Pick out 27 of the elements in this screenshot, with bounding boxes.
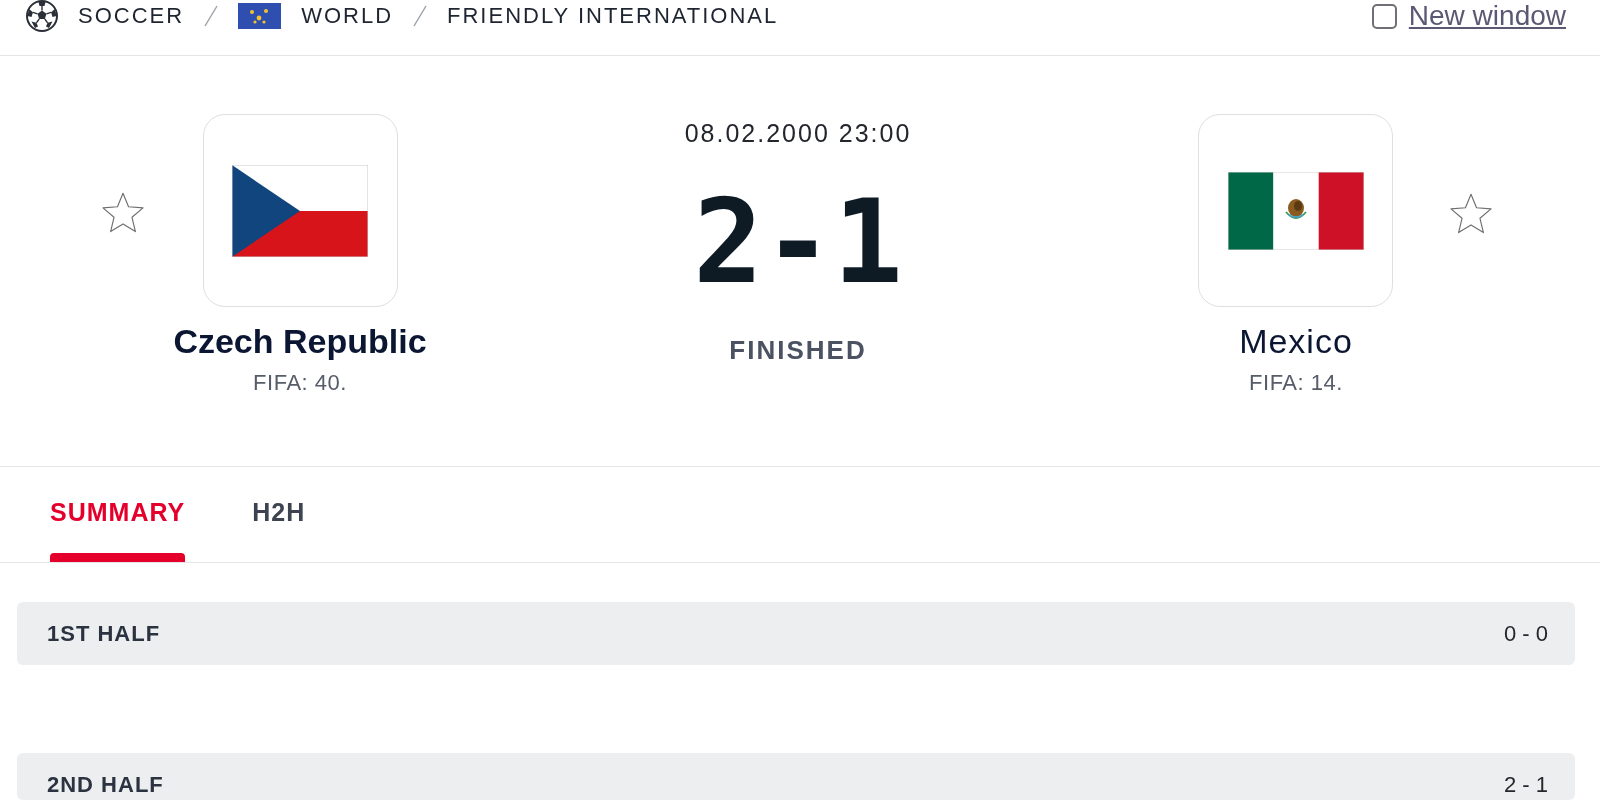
checkbox[interactable] bbox=[1371, 3, 1397, 29]
period-label: 1ST HALF bbox=[47, 620, 161, 648]
tab[interactable]: SUMMARY bbox=[50, 497, 186, 562]
breadcrumb-separator-icon bbox=[413, 5, 427, 27]
breadcrumb-link[interactable]: FRIENDLY INTERNATIONAL bbox=[447, 1, 779, 31]
breadcrumb-link[interactable]: WORLD bbox=[301, 1, 393, 31]
period-score: 0 - 0 bbox=[1503, 620, 1548, 648]
tab[interactable]: H2H bbox=[252, 497, 306, 562]
period-label: 2ND HALF bbox=[47, 771, 164, 799]
flag-icon bbox=[1228, 171, 1364, 250]
fifa-rank: FIFA: 14. bbox=[1249, 370, 1343, 396]
period-score: 2 - 1 bbox=[1503, 771, 1548, 799]
favorite-star-icon[interactable] bbox=[102, 192, 144, 233]
team-name[interactable]: Mexico bbox=[1239, 321, 1353, 361]
match-status: FINISHED bbox=[729, 335, 867, 365]
favorite-star-icon[interactable] bbox=[1450, 193, 1492, 234]
breadcrumb-separator-icon bbox=[204, 5, 219, 27]
match-score: 2-1 bbox=[693, 184, 903, 300]
team-logo-tile[interactable] bbox=[202, 114, 398, 307]
new-window-link[interactable]: New window bbox=[1408, 0, 1566, 32]
flag-icon bbox=[232, 164, 368, 257]
team-logo-tile[interactable] bbox=[1198, 114, 1394, 307]
match-date: 08.02.2000 23:00 bbox=[684, 118, 912, 148]
flag-icon bbox=[238, 3, 282, 29]
breadcrumb-link[interactable]: SOCCER bbox=[78, 1, 185, 31]
team-name[interactable]: Czech Republic bbox=[173, 321, 427, 361]
fifa-rank: FIFA: 40. bbox=[253, 370, 347, 396]
